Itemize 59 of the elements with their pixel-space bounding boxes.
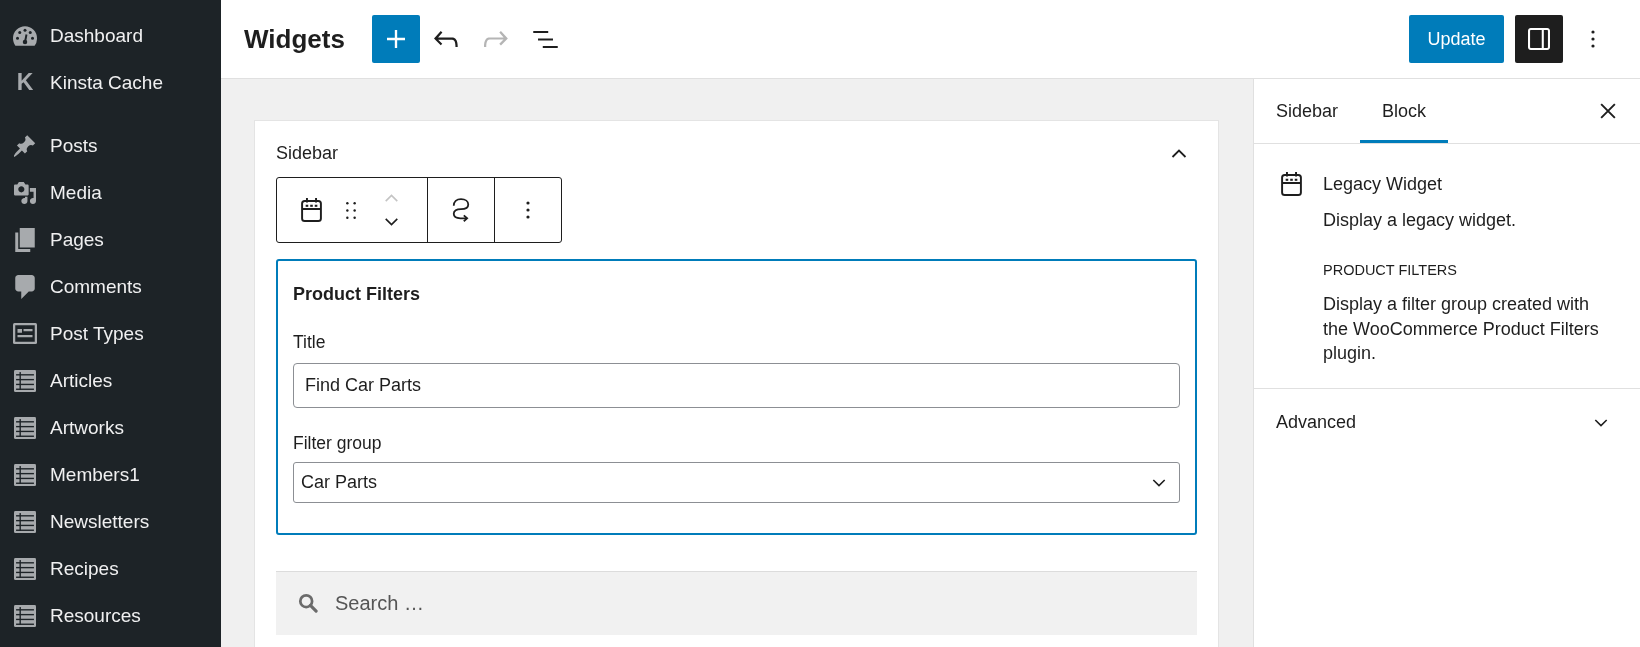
- tab[interactable]: Block: [1360, 79, 1449, 143]
- widget-heading: Product Filters: [293, 283, 422, 306]
- more-vertical-icon: [525, 201, 530, 219]
- camera-music-icon: [13, 181, 37, 204]
- search-icon: [298, 593, 318, 613]
- widget-description: Display a filter group created with the WooCommerce Product Filters plugin.: [1323, 293, 1600, 365]
- page-title: Widgets: [244, 23, 345, 55]
- menu-item[interactable]: Artworks: [0, 404, 221, 451]
- menu-item[interactable]: Members1: [0, 451, 221, 498]
- list-icon: [14, 510, 36, 533]
- logo-icon: K: [16, 71, 34, 94]
- block-title: Legacy Widget: [1323, 173, 1444, 196]
- block-description: Display a legacy widget.: [1323, 209, 1518, 232]
- menu-item[interactable]: Pages: [0, 216, 221, 263]
- undo-icon: [433, 31, 458, 47]
- widget-area-toggle[interactable]: Sidebar: [276, 130, 1197, 177]
- list-icon: [14, 463, 36, 486]
- list-view-icon: [533, 30, 559, 48]
- tab[interactable]: Sidebar: [1254, 79, 1361, 143]
- chevron-up-icon: [383, 194, 399, 202]
- gauge-icon: [13, 25, 37, 46]
- menu-item[interactable]: Media: [0, 169, 221, 216]
- list-icon: [14, 557, 36, 580]
- menu-item[interactable]: Recipes: [0, 545, 221, 592]
- menu-item[interactable]: Dashboard: [0, 12, 221, 59]
- pages-icon: [15, 227, 35, 252]
- pushpin-icon: [14, 134, 36, 157]
- list-icon: [14, 416, 36, 439]
- menu-item[interactable]: Articles: [0, 357, 221, 404]
- panel-toggle[interactable]: Advanced: [1254, 388, 1640, 457]
- update-button[interactable]: Update: [1409, 15, 1504, 63]
- list-icon: [14, 369, 36, 392]
- more-vertical-icon: [1591, 30, 1595, 48]
- add-block-button[interactable]: [371, 15, 420, 63]
- menu-item[interactable]: K Kinsta Cache: [0, 59, 221, 106]
- search-field[interactable]: Search …: [276, 571, 1197, 635]
- calendar-icon: [300, 198, 322, 222]
- speech-bubble-icon: [15, 274, 35, 299]
- menu-item[interactable]: Comments: [0, 263, 221, 310]
- sidebar-panel-icon: [1528, 28, 1550, 50]
- menu-item[interactable]: Resources: [0, 592, 221, 639]
- chevron-down-icon: [383, 218, 399, 226]
- plus-icon: [386, 30, 405, 48]
- chevron-down-icon: [1152, 478, 1166, 487]
- menu-item[interactable]: Post Types: [0, 310, 221, 357]
- menu-item[interactable]: Newsletters: [0, 498, 221, 545]
- field-label: Title: [293, 331, 327, 353]
- field-label: Filter group: [293, 432, 383, 454]
- settings-toggle-button[interactable]: [1515, 15, 1563, 63]
- select-field[interactable]: Car Parts: [293, 462, 1180, 503]
- menu-item[interactable]: Posts: [0, 122, 221, 169]
- text-input[interactable]: Find Car Parts: [293, 363, 1180, 408]
- close-icon: [1600, 103, 1616, 119]
- redo-icon: [483, 31, 508, 47]
- form-icon: [13, 323, 37, 344]
- widget-name: PRODUCT FILTERS: [1323, 262, 1458, 279]
- drag-handle-icon: [346, 201, 356, 219]
- calendar-icon: [1281, 172, 1302, 196]
- list-icon: [14, 604, 36, 627]
